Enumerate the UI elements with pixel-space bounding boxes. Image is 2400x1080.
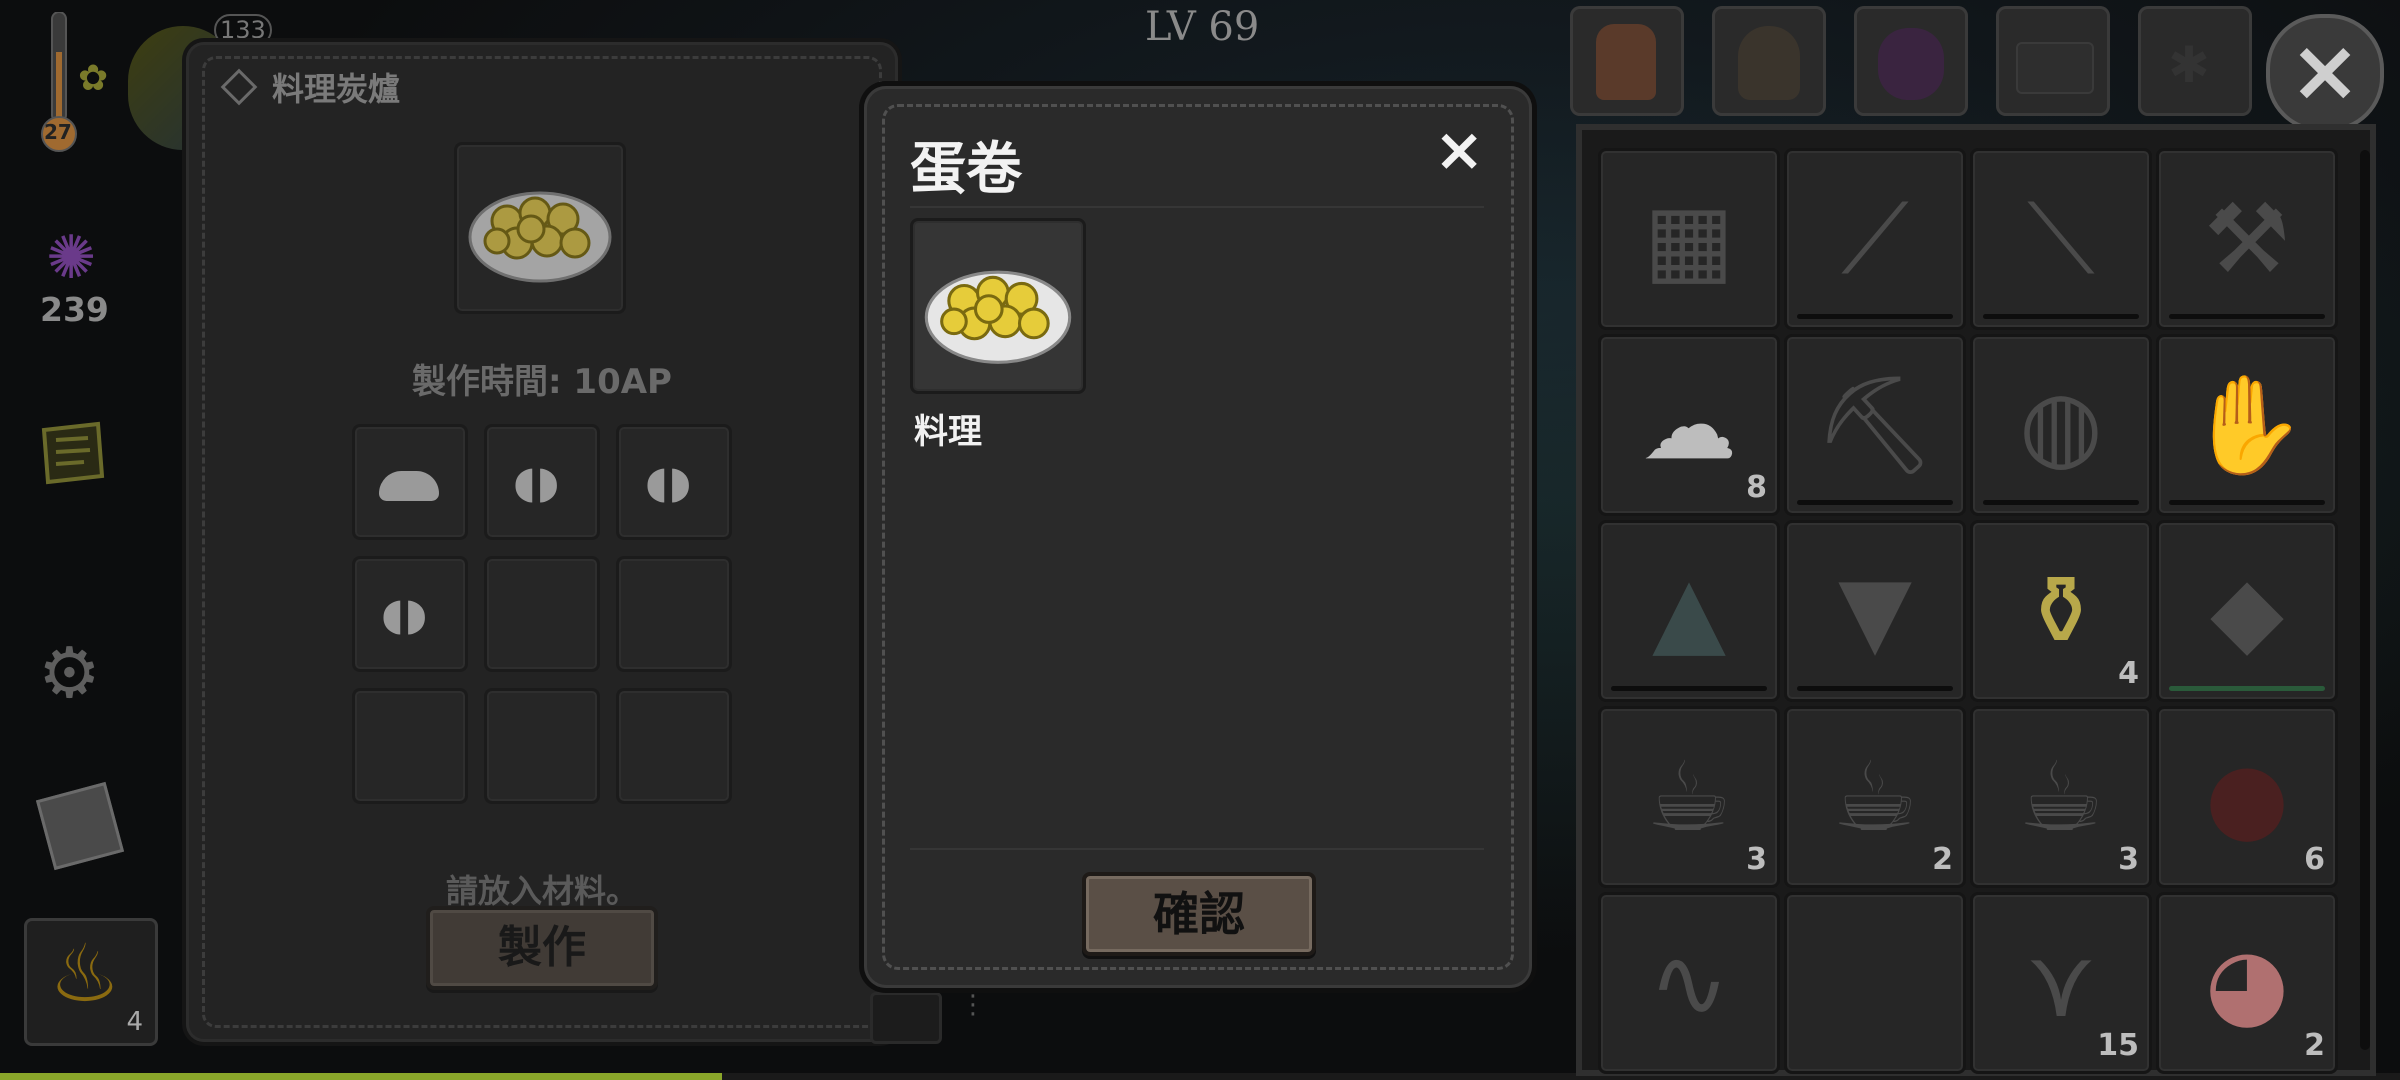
recipe-item-slot[interactable] xyxy=(910,218,1086,394)
inventory-slot[interactable]: ▼ xyxy=(1784,520,1966,702)
ingredient-slot[interactable] xyxy=(484,556,600,672)
durability-bar xyxy=(1797,314,1953,319)
inventory-slot[interactable]: ✋ xyxy=(2156,334,2338,516)
item-count: 6 xyxy=(2304,842,2325,877)
inventory-slot[interactable]: ◆ xyxy=(2156,520,2338,702)
xp-bar xyxy=(0,1073,722,1080)
inventory-slot[interactable]: ◕ 2 xyxy=(2156,892,2338,1074)
bread-icon: ◆ xyxy=(2210,555,2284,667)
more-dots-icon[interactable]: ⋮ xyxy=(960,992,986,1018)
inventory-scrollbar[interactable] xyxy=(2360,150,2370,1050)
eggs-icon: ◖◗ xyxy=(381,589,428,640)
item-count: 3 xyxy=(2118,842,2139,877)
crafting-panel: 料理炭爐 製作時間: 10AP ◖◗ ◖◗ ◖◗ 請放入材料。 製作 xyxy=(186,42,898,1042)
inventory-slot[interactable]: ⚱ 4 xyxy=(1970,520,2152,702)
inventory-slot[interactable]: ⟍ xyxy=(1970,148,2152,330)
inventory-tabs: ✱ xyxy=(1570,0,2370,124)
fuel-count: 4 xyxy=(126,1007,143,1037)
inventory-slot[interactable]: ◍ xyxy=(1970,334,2152,516)
inventory-slot[interactable]: ☕ 3 xyxy=(1970,706,2152,888)
fuel-slot[interactable]: ♨ 4 xyxy=(24,918,158,1046)
spider-icon[interactable]: ✱ xyxy=(2138,6,2252,116)
dialog-title: 蛋卷 xyxy=(910,137,1022,202)
durability-bar xyxy=(1797,686,1953,691)
fire-icon: ♨ xyxy=(49,927,121,1020)
durability-bar xyxy=(2169,686,2325,691)
ingredient-slot[interactable] xyxy=(616,556,732,672)
durability-bar xyxy=(2169,500,2325,505)
inventory-slot[interactable]: ▦ xyxy=(1598,148,1780,330)
durability-bar xyxy=(1983,500,2139,505)
pickaxe-icon: ⛏ xyxy=(1814,369,1936,481)
sanity-value: 239 xyxy=(40,290,109,329)
axe-icon: ⚒ xyxy=(2203,183,2291,295)
glove-icon: ✋ xyxy=(2187,369,2307,481)
inventory-slot[interactable]: ⋎ 15 xyxy=(1970,892,2152,1074)
flour-icon xyxy=(379,471,439,501)
durability-bar xyxy=(1611,686,1767,691)
inventory-slot[interactable]: ☕ 2 xyxy=(1784,706,1966,888)
settings-gear-icon[interactable]: ⚙ xyxy=(38,638,101,708)
inventory-slot[interactable]: ⟋ xyxy=(1784,148,1966,330)
confirm-button[interactable]: 確認 xyxy=(1082,872,1316,956)
dialog-footer-divider xyxy=(910,848,1484,850)
worm-icon: ∿ xyxy=(1648,927,1730,1039)
close-inventory-button[interactable]: × xyxy=(2266,14,2384,132)
crafting-panel-title: 料理炭爐 xyxy=(272,70,401,108)
inventory-slot[interactable]: ☕ 3 xyxy=(1598,706,1780,888)
ingredient-slot[interactable] xyxy=(484,688,600,804)
chest-icon[interactable] xyxy=(1996,6,2110,116)
result-slot[interactable] xyxy=(454,142,626,314)
recipe-dialog: 蛋卷 × 料理 確認 xyxy=(864,86,1532,988)
item-count: 4 xyxy=(2118,656,2139,691)
item-count: 2 xyxy=(1932,842,1953,877)
ingredient-slot[interactable] xyxy=(352,424,468,540)
recipe-category: 料理 xyxy=(914,412,982,452)
inventory-slot[interactable] xyxy=(1784,892,1966,1074)
dialog-title-divider xyxy=(910,206,1484,208)
item-count: 15 xyxy=(2097,1028,2139,1063)
close-icon[interactable]: × xyxy=(1434,120,1484,180)
durability-bar xyxy=(1983,314,2139,319)
ingredient-slot[interactable] xyxy=(352,688,468,804)
sanity-icon: ✺ xyxy=(46,223,97,293)
item-count: 8 xyxy=(1746,470,1767,505)
item-count: 2 xyxy=(2304,1028,2325,1063)
durability-bar xyxy=(1797,500,1953,505)
backpack-icon[interactable] xyxy=(1570,6,1684,116)
eggs-icon: ◖◗ xyxy=(645,457,692,508)
ingredient-slot[interactable] xyxy=(616,688,732,804)
craft-time: 製作時間: 10AP xyxy=(412,362,672,402)
cloak-icon: ▲ xyxy=(1652,555,1726,667)
inventory-slot[interactable]: ☁ 8 xyxy=(1598,334,1780,516)
level-label: LV 69 xyxy=(1145,4,1260,50)
omelette-roll-icon xyxy=(468,191,612,283)
inventory-slot[interactable]: ▲ xyxy=(1598,520,1780,702)
sack-icon[interactable] xyxy=(1712,6,1826,116)
shovel-icon: ⟍ xyxy=(2027,183,2095,295)
ingredient-slot[interactable]: ◖◗ xyxy=(352,556,468,672)
item-count: 3 xyxy=(1746,842,1767,877)
durability-bar xyxy=(2169,314,2325,319)
inventory-slot[interactable]: ● 6 xyxy=(2156,706,2338,888)
inventory-slot[interactable]: ∿ xyxy=(1598,892,1780,1074)
craft-button[interactable]: 製作 xyxy=(426,906,658,990)
omelette-roll-icon xyxy=(924,270,1072,364)
eggs-icon: ◖◗ xyxy=(513,457,560,508)
inventory-slot[interactable]: ⛏ xyxy=(1784,334,1966,516)
helmet-icon: ◍ xyxy=(2019,369,2103,481)
map-icon: ▦ xyxy=(1643,183,1735,295)
skirt-icon: ▼ xyxy=(1838,555,1912,667)
purple-bag-icon[interactable] xyxy=(1854,6,1968,116)
inventory-slot[interactable]: ⚒ xyxy=(2156,148,2338,330)
ingredient-slot[interactable]: ◖◗ xyxy=(616,424,732,540)
knife-icon: ⟋ xyxy=(1841,183,1909,295)
journal-icon[interactable] xyxy=(38,420,108,486)
temperature-value: 27 xyxy=(44,120,72,144)
ingredient-slot[interactable]: ◖◗ xyxy=(484,424,600,540)
status-effect-icon: ✿ xyxy=(78,58,109,99)
panel-tab xyxy=(870,992,942,1044)
